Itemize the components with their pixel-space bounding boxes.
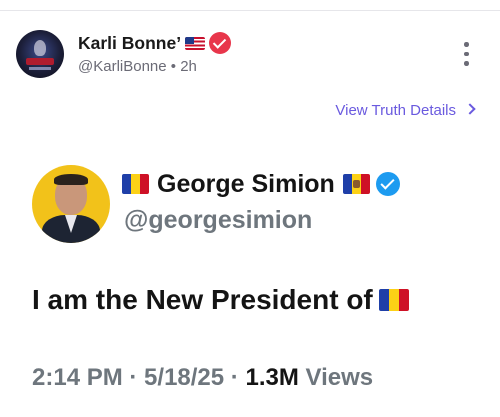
avatar-art xyxy=(34,40,46,56)
romania-flag-icon xyxy=(122,174,149,194)
details-link-label: View Truth Details xyxy=(335,102,456,119)
view-truth-details-link[interactable]: View Truth Details xyxy=(335,102,476,119)
tweet-text-body: I am the New President of xyxy=(32,284,373,315)
author-meta: @KarliBonne • 2h xyxy=(78,58,197,75)
more-options-button[interactable] xyxy=(456,40,476,68)
author-name[interactable]: Karli Bonne’ xyxy=(78,32,232,54)
tweet-author-name-text: George Simion xyxy=(157,170,335,198)
us-flag-icon xyxy=(185,37,206,50)
verified-badge-icon xyxy=(209,32,232,54)
tweet-date: 5/18/25 xyxy=(144,364,225,391)
moldova-flag-icon xyxy=(342,174,370,194)
meta-dot: · xyxy=(129,364,138,391)
verified-blue-icon xyxy=(375,172,400,196)
post-time: 2h xyxy=(180,58,197,75)
tweet-text: I am the New President of xyxy=(32,284,409,316)
meta-separator: • xyxy=(170,58,177,75)
tweet-author-name: George Simion xyxy=(122,170,400,199)
romania-flag-icon xyxy=(378,289,409,311)
post-header: Karli Bonne’ @KarliBonne • 2h xyxy=(16,28,486,80)
author-avatar[interactable] xyxy=(16,30,64,78)
tweet-author-avatar xyxy=(32,165,110,243)
more-options-icon xyxy=(464,42,469,47)
tweet-meta: 2:14 PM · 5/18/25 · 1.3M Views xyxy=(32,364,373,392)
top-divider xyxy=(0,10,500,11)
chevron-right-icon xyxy=(464,103,476,115)
embedded-tweet-image: George Simion @georgesimion I am the New… xyxy=(0,150,500,417)
views-label: Views xyxy=(305,364,374,391)
views-count: 1.3M xyxy=(245,364,299,391)
meta-dot: · xyxy=(230,364,239,391)
tweet-author-handle: @georgesimion xyxy=(124,206,313,234)
tweet-time: 2:14 PM xyxy=(32,364,123,391)
author-name-text: Karli Bonne’ xyxy=(78,33,182,53)
author-handle[interactable]: @KarliBonne xyxy=(78,58,167,75)
